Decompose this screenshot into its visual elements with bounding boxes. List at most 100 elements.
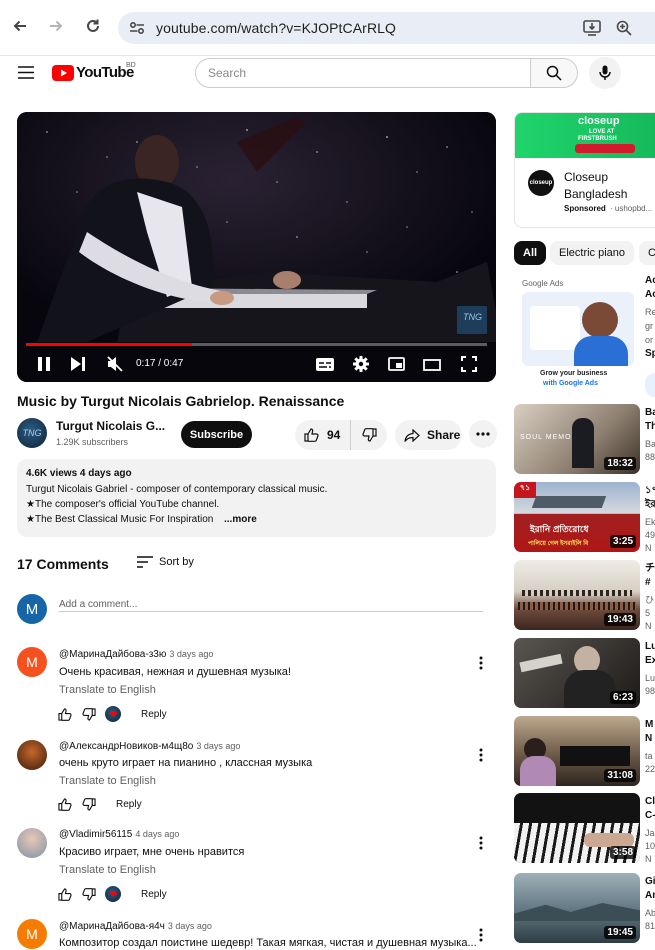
progress-fill	[26, 343, 192, 346]
sponsored-ad-card[interactable]: closeup LOVE AT FIRSTBRUSH closeup Close…	[514, 112, 655, 228]
related-title[interactable]: #	[645, 576, 651, 589]
commenter-avatar[interactable]	[17, 740, 47, 770]
settings-gear-icon[interactable]	[353, 356, 369, 377]
sort-by-button[interactable]: Sort by	[137, 556, 194, 568]
youtube-logo[interactable]: YouTube	[52, 64, 134, 81]
related-title[interactable]: ১৭	[645, 484, 655, 497]
related-title[interactable]: チ	[645, 562, 655, 575]
pause-icon[interactable]	[37, 357, 51, 376]
related-video-thumbnail[interactable]: SOUL MEMORY 18:32	[514, 404, 640, 474]
related-title[interactable]: Cl	[645, 795, 655, 808]
translate-link[interactable]: Translate to English	[59, 684, 156, 696]
comment-dislike-icon[interactable]	[82, 887, 96, 901]
miniplayer-icon[interactable]	[388, 357, 405, 376]
comment-more-icon[interactable]	[479, 836, 483, 850]
search-button[interactable]	[530, 58, 578, 88]
comment-like-icon[interactable]	[58, 887, 72, 901]
comment-dislike-icon[interactable]	[82, 707, 96, 721]
reply-button[interactable]: Reply	[116, 799, 142, 810]
related-title[interactable]: C-	[645, 809, 655, 822]
share-button[interactable]: Share	[395, 420, 462, 450]
like-dislike-group: 94	[295, 420, 387, 450]
video-duration: 3:25	[609, 535, 636, 548]
theater-mode-icon[interactable]	[423, 358, 441, 376]
related-title[interactable]: Ba	[645, 406, 655, 419]
related-video-thumbnail[interactable]: 19:45	[514, 873, 640, 943]
install-app-icon[interactable]	[583, 20, 601, 41]
more-actions-button[interactable]	[469, 420, 497, 448]
comment-more-icon[interactable]	[479, 748, 483, 762]
commenter-avatar[interactable]	[17, 828, 47, 858]
reply-button[interactable]: Reply	[141, 709, 167, 720]
comment-more-icon[interactable]	[479, 656, 483, 670]
fullscreen-icon[interactable]	[461, 356, 477, 377]
commenter-name[interactable]: @МаринаДайбова-з3ю 3 days ago	[59, 649, 213, 660]
chip-all[interactable]: All	[514, 241, 547, 265]
progress-bar[interactable]	[26, 343, 487, 346]
related-channel: ひ	[645, 595, 655, 605]
commenter-name[interactable]: @Vladimir56115 4 days ago	[59, 829, 179, 840]
dislike-button[interactable]	[351, 428, 387, 442]
related-video-thumbnail[interactable]: 31:08	[514, 716, 640, 786]
like-button[interactable]: 94	[295, 420, 351, 450]
comment-dislike-icon[interactable]	[82, 797, 96, 811]
show-more-link[interactable]: ...more	[224, 514, 257, 525]
site-settings-icon[interactable]	[129, 21, 145, 40]
related-title[interactable]: Ex	[645, 654, 655, 667]
reload-icon[interactable]	[79, 12, 107, 40]
video-duration: 31:08	[604, 769, 636, 782]
search-input[interactable]: Search	[195, 58, 531, 88]
comment-more-icon[interactable]	[479, 928, 483, 942]
comment-like-icon[interactable]	[58, 707, 72, 721]
subscribe-button[interactable]: Subscribe	[181, 421, 252, 448]
zoom-icon[interactable]	[616, 20, 632, 41]
channel-avatar[interactable]: TNG	[17, 418, 47, 448]
related-title[interactable]: An	[645, 889, 655, 902]
google-ads-brand: Google Ads	[522, 279, 564, 288]
video-frame	[17, 112, 496, 382]
description-box[interactable]: 4.6K views 4 days ago Turgut Nicolais Ga…	[17, 459, 496, 537]
related-video-thumbnail[interactable]: ৭১ ইরানি প্রতিরোধে পালিয়ে গেল ইসরাইলি ব…	[514, 482, 640, 552]
google-ads-promo[interactable]: Google Ads Grow your business with Googl…	[514, 270, 640, 396]
muted-volume-icon[interactable]	[107, 356, 123, 377]
commenter-name[interactable]: @МаринаДайбова-я4ч 3 days ago	[59, 921, 212, 932]
related-title[interactable]: Gi	[645, 875, 655, 888]
comment-actions: Reply	[58, 886, 167, 902]
translate-link[interactable]: Translate to English	[59, 775, 156, 787]
browser-toolbar: youtube.com/watch?v=KJOPtCArRLQ	[0, 0, 655, 56]
voice-search-button[interactable]	[589, 57, 621, 89]
related-meta: 10	[645, 841, 655, 851]
ad-banner-line-1: LOVE AT	[589, 129, 615, 135]
related-video-thumbnail[interactable]: 3:58	[514, 793, 640, 863]
description-line-2: ★The composer's official YouTube channel…	[26, 499, 220, 510]
commenter-avatar[interactable]: M	[17, 647, 47, 677]
search-placeholder: Search	[208, 66, 247, 80]
related-title[interactable]: Th	[645, 420, 655, 433]
next-icon[interactable]	[71, 357, 85, 376]
channel-name[interactable]: Turgut Nicolais G...	[56, 419, 165, 433]
chip-electric-piano[interactable]: Electric piano	[550, 241, 635, 265]
reply-button[interactable]: Reply	[141, 889, 167, 900]
related-video-thumbnail[interactable]: 19:43	[514, 560, 640, 630]
comment-like-icon[interactable]	[58, 797, 72, 811]
back-icon[interactable]	[6, 12, 34, 40]
related-title[interactable]: ইর	[645, 498, 655, 511]
chip-truncated[interactable]: C	[639, 241, 655, 265]
promo-cta-button[interactable]	[645, 373, 655, 397]
related-title[interactable]: N	[645, 732, 652, 745]
related-title[interactable]: Lu	[645, 640, 655, 653]
commenter-avatar[interactable]: M	[17, 919, 47, 949]
commenter-name[interactable]: @АлександрНовиков-м4щ8о 3 days ago	[59, 741, 240, 752]
menu-icon[interactable]	[18, 66, 34, 84]
related-video-thumbnail[interactable]: 6:23	[514, 638, 640, 708]
related-title[interactable]: M	[645, 718, 653, 731]
forward-icon[interactable]	[42, 12, 70, 40]
translate-link[interactable]: Translate to English	[59, 864, 156, 876]
subtitles-icon[interactable]	[316, 358, 334, 376]
ad-banner-brand: closeup	[578, 115, 620, 127]
add-comment-input[interactable]: Add a comment...	[59, 594, 483, 612]
creator-heart-avatar	[105, 886, 121, 902]
creator-heart-avatar	[105, 706, 121, 722]
video-player[interactable]: TNG 0:17 / 0:47	[17, 112, 496, 382]
address-bar[interactable]: youtube.com/watch?v=KJOPtCArRLQ	[118, 12, 655, 44]
